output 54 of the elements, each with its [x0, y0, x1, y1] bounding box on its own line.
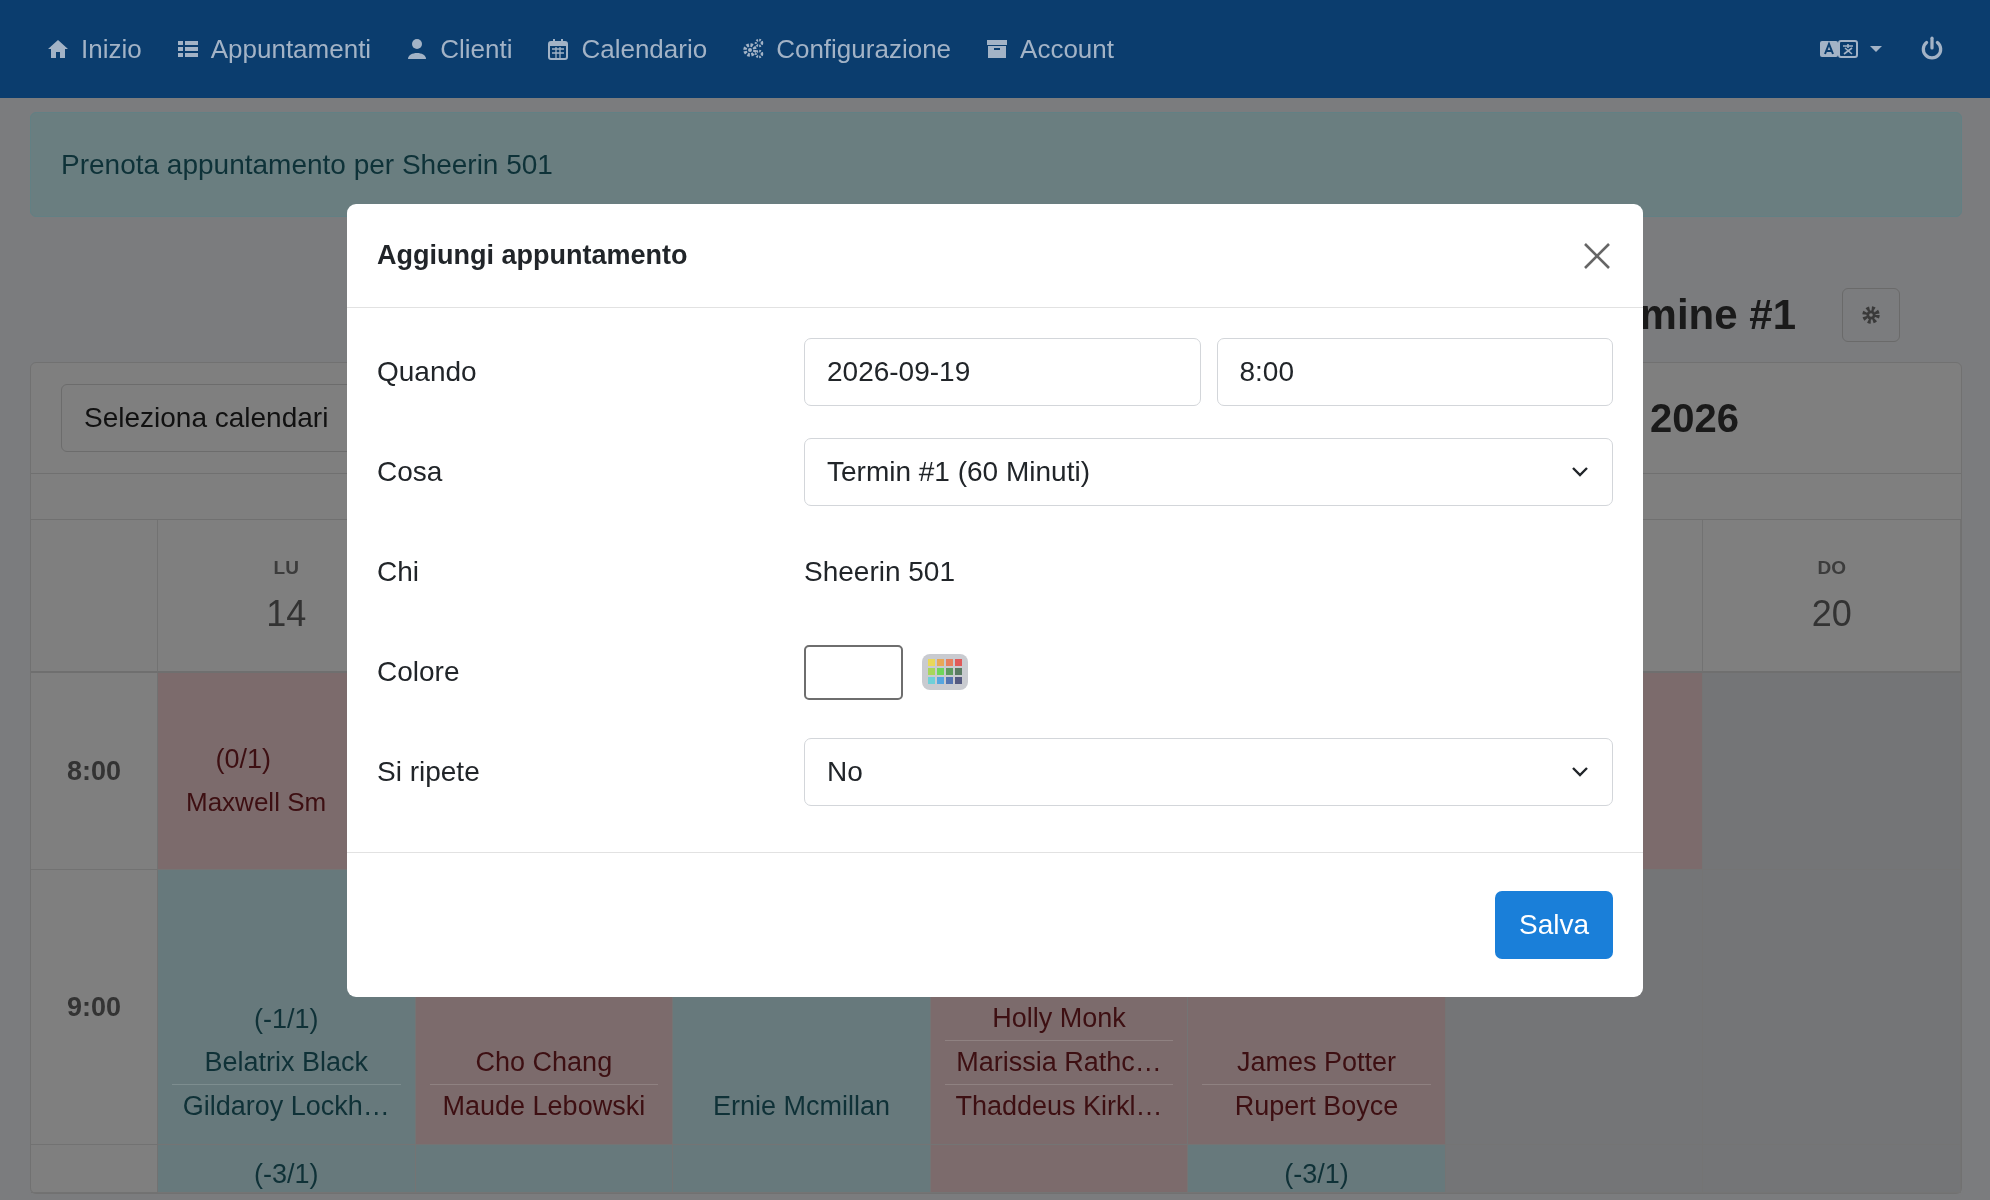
weekday-label: DO — [1817, 556, 1846, 579]
color-field[interactable] — [804, 644, 903, 700]
home-icon — [46, 37, 70, 61]
archive-icon — [985, 37, 1010, 61]
select-field[interactable]: No — [804, 738, 1613, 806]
slot-capacity: (0/1) — [215, 743, 272, 776]
day-number: 20 — [1811, 592, 1852, 635]
nav-link[interactable]: Clienti — [405, 33, 513, 65]
settings-button[interactable] — [1842, 287, 1900, 342]
client-name: Cho Chang — [474, 1046, 614, 1079]
info-alert: Prenota appuntamento per Sheerin 501 — [30, 112, 1962, 217]
dialog-title: Aggiungi appuntamento — [377, 240, 688, 271]
time-label: 8:00 — [66, 755, 121, 787]
nav-link[interactable]: Inizio — [46, 33, 142, 65]
field-value: Sheerin 501 — [804, 556, 955, 588]
power-icon — [1919, 36, 1945, 62]
language-menu[interactable] — [1819, 37, 1883, 61]
slot-capacity: (-3/1) — [254, 1158, 319, 1191]
nav-link[interactable]: Account — [985, 33, 1114, 65]
nav-link[interactable]: Appuntamenti — [175, 33, 372, 65]
field-label: Cosa — [377, 456, 444, 488]
nav-link[interactable]: Configurazione — [741, 33, 952, 65]
caret-icon — [1869, 44, 1883, 54]
client-name: Marissia Rathc… — [944, 1040, 1174, 1084]
language-icon — [1819, 37, 1859, 61]
calendar-icon — [546, 37, 571, 61]
gears-icon — [741, 37, 766, 61]
client-name: Belatrix Black — [203, 1046, 370, 1079]
time-slot[interactable]: (-3/1) — [158, 1145, 416, 1193]
date-field[interactable]: 2026-09-19 — [804, 338, 1201, 406]
slot-capacity: (-1/1) — [254, 1003, 319, 1036]
logout-button[interactable] — [1919, 36, 1945, 62]
select-field[interactable]: Termin #1 (60 Minuti) — [804, 438, 1613, 506]
client-name: Rupert Boyce — [1202, 1084, 1431, 1128]
time-field[interactable]: 8:00 — [1216, 338, 1613, 406]
save-button[interactable]: Salva — [1494, 891, 1613, 959]
palette-icon — [922, 654, 968, 690]
settings-icon — [1860, 303, 1882, 326]
field-label: Chi — [377, 556, 420, 588]
client-name: Ernie Mcmillan — [711, 1090, 891, 1123]
slot-capacity: (-3/1) — [1284, 1158, 1349, 1191]
client-name: Thaddeus Kirkl… — [944, 1084, 1174, 1128]
client-name: Maude Lebowski — [429, 1084, 659, 1128]
page-heading: mine #1 — [1639, 290, 1796, 339]
client-name: James Potter — [1236, 1046, 1398, 1079]
client-name: Gildaroy Lockh… — [172, 1084, 401, 1128]
time-label: 9:00 — [66, 991, 121, 1023]
time-slot[interactable]: (-3/1) — [1188, 1145, 1446, 1193]
client-name: Holly Monk — [991, 1002, 1127, 1035]
weekday-label: LU — [273, 556, 299, 579]
nav-link[interactable]: Calendario — [546, 33, 708, 65]
client-name: Maxwell Sm — [186, 786, 328, 819]
calendar-period: 2026 — [1650, 395, 1739, 441]
day-number: 14 — [266, 592, 307, 635]
